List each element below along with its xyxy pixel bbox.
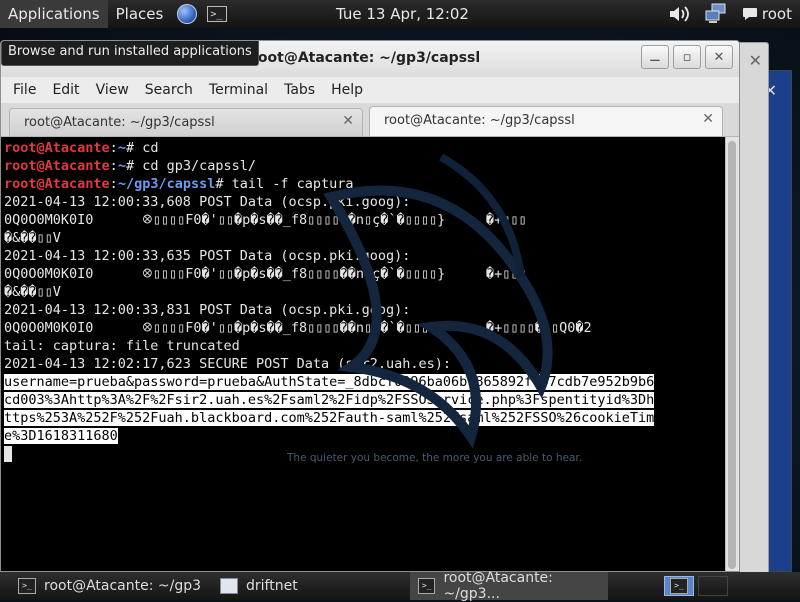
user-name: root <box>761 5 792 23</box>
taskbar-item-label: root@Atacante: ~/gp3 <box>44 578 202 594</box>
menu-view[interactable]: View <box>88 82 137 98</box>
terminal-window: root@Atacante: ~/gp3/capssl Browse and r… <box>0 40 740 572</box>
output-line: 2021-04-13 12:02:17,623 SECURE POST Data… <box>4 356 452 372</box>
tab-close-icon[interactable]: ✕ <box>342 113 354 129</box>
close-icon[interactable]: ✕ <box>749 51 762 70</box>
taskbar-item-label: driftnet <box>246 578 298 594</box>
selected-output-line[interactable]: cd003%3Ahttp%3A%2F%2Fsir2.uah.es%2Fsaml2… <box>4 391 725 409</box>
user-menu[interactable]: root <box>742 5 792 23</box>
output-line: �&��▯▯V <box>4 230 61 246</box>
taskbar: >_ root@Atacante: ~/gp3 driftnet >_ root… <box>0 570 800 602</box>
window-icon <box>220 578 238 594</box>
output-line: tail: captura: file truncated <box>4 338 240 354</box>
places-menu[interactable]: Places <box>108 0 172 28</box>
taskbar-item-terminal-1[interactable]: >_ root@Atacante: ~/gp3 <box>18 572 201 600</box>
tab-2[interactable]: root@Atacante: ~/gp3/capssl ✕ <box>369 106 723 136</box>
output-line: 2021-04-13 12:00:33,831 POST Data (ocsp.… <box>4 302 411 318</box>
output-line: 2021-04-13 12:00:33,608 POST Data (ocsp.… <box>4 194 411 210</box>
close-button[interactable]: ✕ <box>705 45 733 69</box>
applications-tooltip: Browse and run installed applications <box>1 41 259 66</box>
menubar: File Edit View Search Terminal Tabs Help <box>1 77 739 103</box>
top-panel: Applications Places >_ Tue 13 Apr, 12:02… <box>0 0 800 28</box>
terminal-area[interactable]: The quieter you become, the more you are… <box>1 137 725 571</box>
tab-close-icon[interactable]: ✕ <box>702 111 714 127</box>
text-cursor <box>4 446 12 462</box>
taskbar-item-terminal-2[interactable]: >_ root@Atacante: ~/gp3... <box>410 570 608 602</box>
menu-edit[interactable]: Edit <box>44 82 87 98</box>
menu-terminal[interactable]: Terminal <box>201 82 276 98</box>
volume-icon[interactable] <box>668 4 690 24</box>
maximize-button[interactable]: ▫ <box>673 45 701 69</box>
window-titlebar[interactable]: root@Atacante: ~/gp3/capssl Browse and r… <box>1 41 739 77</box>
menu-tabs[interactable]: Tabs <box>276 82 323 98</box>
menu-help[interactable]: Help <box>323 82 371 98</box>
window-title: root@Atacante: ~/gp3/capssl <box>251 50 481 66</box>
clock[interactable]: Tue 13 Apr, 12:02 <box>336 0 469 28</box>
selected-output-line[interactable]: e%3D1618311680 <box>4 427 725 445</box>
tab-label: root@Atacante: ~/gp3/capssl <box>384 113 575 128</box>
system-tray: root <box>668 0 792 28</box>
chat-bubble-icon <box>742 8 757 20</box>
terminal-icon: >_ <box>418 578 436 594</box>
scrollbar-thumb[interactable] <box>728 141 736 569</box>
applications-menu[interactable]: Applications <box>0 0 108 28</box>
terminal-launcher-icon[interactable]: >_ <box>207 6 228 22</box>
taskbar-item-label: root@Atacante: ~/gp3... <box>443 570 553 602</box>
prompt-line: root@Atacante:~# cd gp3/capssl/ <box>4 158 256 174</box>
output-line: 0Q0O0M0K0I0 ꕕ▯▯▯▯F0�'▯▯�p�s��_f8▯▯▯▯��n▯… <box>4 266 527 282</box>
output-line: �&��▯▯V <box>4 284 61 300</box>
prompt-line: root@Atacante:~# cd <box>4 140 159 156</box>
menu-search[interactable]: Search <box>137 82 201 98</box>
selected-output-line[interactable]: username=prueba&password=prueba&AuthStat… <box>4 373 725 391</box>
background-tagline: The quieter you become, the more you are… <box>287 452 583 464</box>
output-line: 0Q0O0M0K0I0 ꕕ▯▯▯▯F0�'▯▯�p�s��_f8▯▯▯▯��n▯… <box>4 212 527 228</box>
tab-bar: root@Atacante: ~/gp3/capssl ✕ root@Ataca… <box>1 103 739 137</box>
prompt-line: root@Atacante:~/gp3/capssl# tail -f capt… <box>4 176 354 192</box>
browser-launcher-icon[interactable] <box>177 4 198 24</box>
network-icon[interactable] <box>704 3 728 25</box>
terminal-scrollbar[interactable] <box>725 137 739 571</box>
terminal-icon: >_ <box>670 578 688 594</box>
selected-output-line[interactable]: ttps%253A%252F%252Fuah.blackboard.com%25… <box>4 409 725 427</box>
workspace-2[interactable] <box>698 576 728 596</box>
workspace-1[interactable]: >_ <box>664 576 694 596</box>
output-line: 2021-04-13 12:00:33,635 POST Data (ocsp.… <box>4 248 411 264</box>
menu-file[interactable]: File <box>5 82 44 98</box>
minimize-button[interactable]: ⚊ <box>641 45 669 69</box>
terminal-icon: >_ <box>18 578 36 594</box>
tab-1[interactable]: root@Atacante: ~/gp3/capssl ✕ <box>9 108 363 136</box>
window-controls: ⚊ ▫ ✕ <box>641 45 733 69</box>
tab-label: root@Atacante: ~/gp3/capssl <box>24 115 215 130</box>
output-line: 0Q0O0M0K0I0 ꕕ▯▯▯▯F0�'▯▯�p�s��_f8▯▯▯▯��n▯… <box>4 320 592 336</box>
taskbar-item-driftnet[interactable]: driftnet <box>220 572 298 600</box>
